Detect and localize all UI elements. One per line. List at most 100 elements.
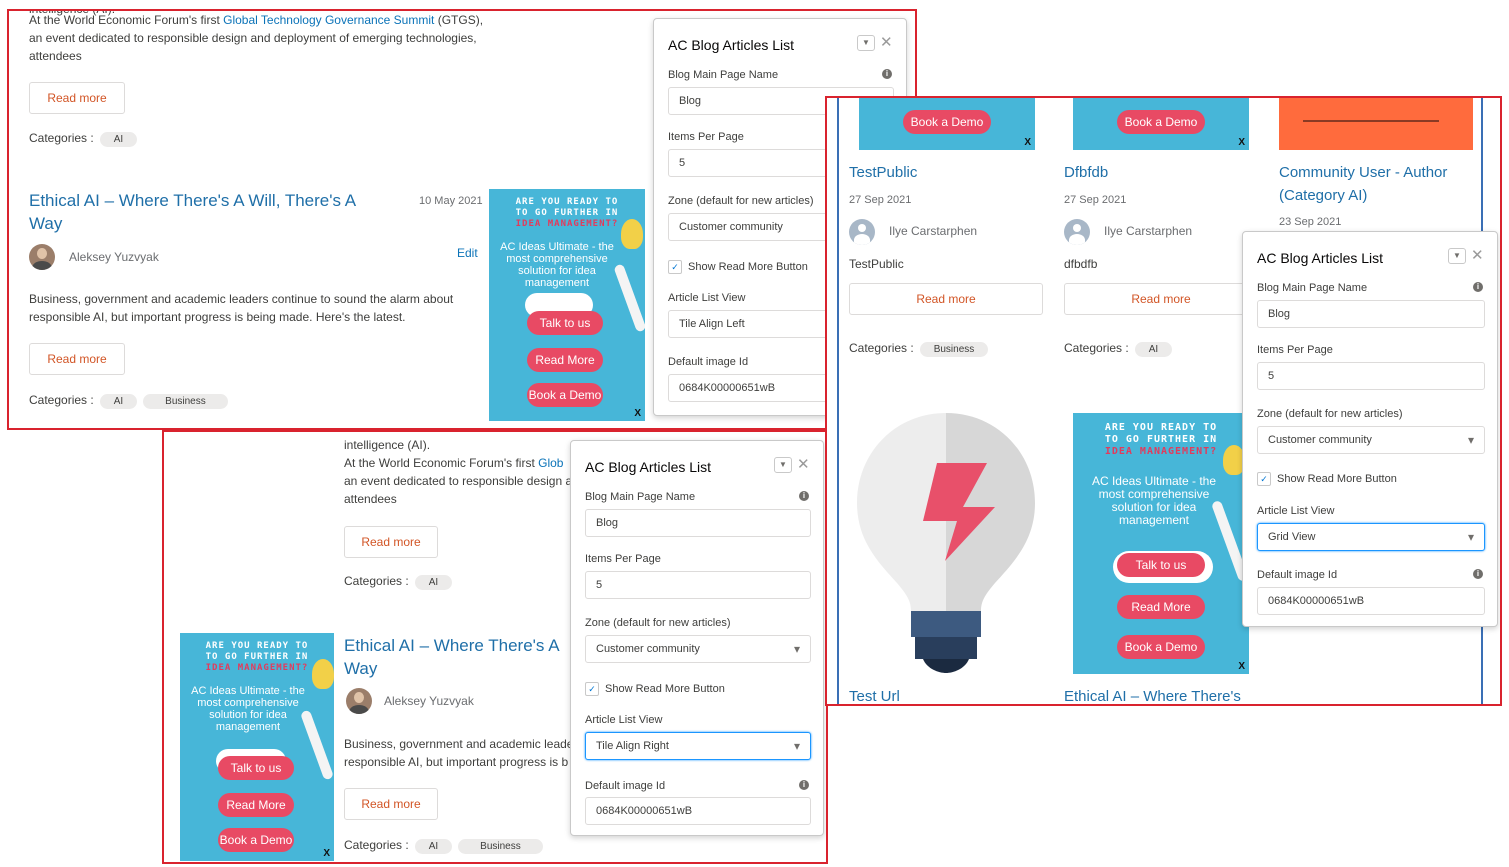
info-icon[interactable]: i bbox=[1473, 282, 1483, 292]
show-read-more-checkbox[interactable]: ✓ bbox=[668, 260, 682, 274]
book-demo-button[interactable]: Book a Demo bbox=[527, 383, 603, 407]
banner-heading: ARE YOU READY TO bbox=[205, 641, 309, 651]
panel-title: AC Blog Articles List bbox=[1257, 250, 1384, 266]
category-pill[interactable]: AI bbox=[414, 575, 453, 590]
promo-banner[interactable]: ARE YOU READY TO TO GO FURTHER IN IDEA M… bbox=[1073, 413, 1249, 674]
field-label: Default image Id bbox=[585, 780, 666, 792]
info-icon[interactable]: i bbox=[882, 69, 892, 79]
zone-select[interactable]: Customer community bbox=[585, 635, 811, 663]
banner-heading: TO GO FURTHER IN bbox=[1104, 434, 1218, 445]
article-body: Business, government and academic leader… bbox=[29, 292, 454, 306]
close-icon[interactable]: X bbox=[1238, 137, 1245, 148]
categories-label: Categories : bbox=[344, 574, 409, 588]
talk-to-us-button[interactable]: Talk to us bbox=[527, 311, 603, 335]
card-title[interactable]: Test Url bbox=[849, 685, 900, 704]
categories-row: Categories : Business bbox=[849, 341, 989, 357]
blog-main-page-input[interactable]: Blog bbox=[1257, 300, 1485, 328]
info-icon[interactable]: i bbox=[1473, 569, 1483, 579]
items-per-page-input[interactable]: 5 bbox=[1257, 362, 1485, 390]
article-list-view-select[interactable]: Grid View bbox=[1257, 523, 1485, 551]
close-icon[interactable]: X bbox=[634, 408, 641, 419]
read-more-button[interactable]: Read more bbox=[344, 526, 438, 558]
checkbox-label: Show Read More Button bbox=[1277, 473, 1397, 485]
author-avatar bbox=[849, 219, 875, 245]
talk-to-us-button[interactable]: Talk to us bbox=[218, 756, 294, 780]
category-pill[interactable]: AI bbox=[1134, 342, 1173, 357]
read-more-button[interactable]: Read more bbox=[849, 283, 1043, 315]
card-body: dfbdfb bbox=[1064, 257, 1098, 271]
category-pill[interactable]: AI bbox=[414, 839, 453, 854]
talk-to-us-button[interactable]: Talk to us bbox=[1117, 553, 1205, 577]
card-title[interactable]: Dfbfdb bbox=[1064, 161, 1108, 184]
show-read-more-checkbox[interactable]: ✓ bbox=[1257, 472, 1271, 486]
book-demo-button[interactable]: Book a Demo bbox=[1117, 635, 1205, 659]
column-divider bbox=[837, 98, 839, 704]
panel-menu-chevron-icon[interactable]: ▼ bbox=[857, 35, 875, 51]
category-pill[interactable]: AI bbox=[99, 132, 138, 147]
read-more-button[interactable]: Read more bbox=[29, 343, 125, 375]
zone-select[interactable]: Customer community bbox=[1257, 426, 1485, 454]
article-title-line: Ethical AI – Where There's A bbox=[344, 636, 560, 655]
read-more-button[interactable]: Read more bbox=[29, 82, 125, 114]
info-icon[interactable]: i bbox=[799, 780, 809, 790]
field-label: Zone (default for new articles) bbox=[668, 195, 814, 207]
card-title[interactable]: Community User - Author (Category AI) bbox=[1279, 161, 1447, 207]
panel-close-icon[interactable]: ✕ bbox=[880, 33, 893, 51]
default-image-id-input[interactable]: 0684K00000651wB bbox=[1257, 587, 1485, 615]
card-title[interactable]: Ethical AI – Where There's bbox=[1064, 685, 1241, 704]
read-more-button[interactable]: Read more bbox=[344, 788, 438, 820]
author-name[interactable]: Ilye Carstarphen bbox=[1104, 224, 1192, 238]
panel-close-icon[interactable]: ✕ bbox=[797, 455, 810, 473]
promo-banner[interactable]: ARE YOU READY TO TO GO FURTHER IN IDEA M… bbox=[180, 633, 334, 861]
default-image-id-input[interactable]: 0684K00000651wB bbox=[585, 797, 811, 825]
category-pill[interactable]: Business bbox=[919, 342, 989, 357]
author-name[interactable]: Aleksey Yuzvyak bbox=[384, 694, 474, 708]
article-title[interactable]: Ethical AI – Where There's A Will, There… bbox=[29, 189, 356, 235]
close-icon[interactable]: X bbox=[1238, 661, 1245, 672]
panel-close-icon[interactable]: ✕ bbox=[1471, 246, 1484, 264]
categories-label: Categories : bbox=[344, 838, 409, 852]
article-title-line: Way bbox=[344, 659, 378, 678]
read-more-button[interactable]: Read more bbox=[1064, 283, 1258, 315]
promo-banner[interactable]: ARE YOU READY TO TO GO FURTHER IN IDEA M… bbox=[489, 189, 645, 421]
article-intro-text: attendees bbox=[344, 492, 397, 506]
book-demo-button[interactable]: Book a Demo bbox=[903, 110, 991, 134]
gtgs-link[interactable]: Glob bbox=[538, 456, 563, 470]
property-panel: AC Blog Articles List ▼ ✕ Blog Main Page… bbox=[1242, 231, 1498, 627]
field-label: Items Per Page bbox=[585, 553, 661, 565]
article-body: responsible AI, but important progress i… bbox=[344, 755, 569, 769]
category-pill[interactable]: Business bbox=[458, 839, 543, 854]
show-read-more-checkbox[interactable]: ✓ bbox=[585, 682, 599, 696]
book-demo-button[interactable]: Book a Demo bbox=[1117, 110, 1205, 134]
screenshot-frame-tile-left: intelligence (AI). At the World Economic… bbox=[7, 9, 917, 430]
promo-banner-crop[interactable]: Book a Demo X bbox=[859, 98, 1035, 150]
info-icon[interactable]: i bbox=[799, 491, 809, 501]
article-image-crop bbox=[1279, 98, 1473, 150]
panel-menu-chevron-icon[interactable]: ▼ bbox=[774, 457, 792, 473]
card-title[interactable]: TestPublic bbox=[849, 161, 917, 184]
checkbox-label: Show Read More Button bbox=[605, 683, 725, 695]
card-date: 27 Sep 2021 bbox=[1064, 194, 1127, 206]
close-icon[interactable]: X bbox=[1024, 137, 1031, 148]
author-name[interactable]: Aleksey Yuzvyak bbox=[69, 250, 159, 264]
edit-link[interactable]: Edit bbox=[457, 246, 478, 260]
banner-read-more-button[interactable]: Read More bbox=[527, 348, 603, 372]
banner-description: AC Ideas Ultimate - the most comprehensi… bbox=[1091, 474, 1217, 527]
blog-main-page-input[interactable]: Blog bbox=[585, 509, 811, 537]
panel-menu-chevron-icon[interactable]: ▼ bbox=[1448, 248, 1466, 264]
article-title[interactable]: Ethical AI – Where There's A Way bbox=[344, 634, 560, 680]
book-demo-button[interactable]: Book a Demo bbox=[218, 828, 294, 852]
category-pill[interactable]: AI bbox=[99, 394, 138, 409]
category-pill[interactable]: Business bbox=[143, 394, 228, 409]
banner-read-more-button[interactable]: Read More bbox=[218, 793, 294, 817]
banner-read-more-button[interactable]: Read More bbox=[1117, 595, 1205, 619]
banner-heading: TO GO FURTHER IN bbox=[205, 652, 309, 662]
close-icon[interactable]: X bbox=[323, 848, 330, 859]
article-list-view-select[interactable]: Tile Align Right bbox=[585, 732, 811, 760]
gtgs-link[interactable]: Global Technology Governance Summit bbox=[223, 13, 434, 27]
field-label: Default image Id bbox=[1257, 569, 1338, 581]
categories-row: Categories : AI Business bbox=[29, 393, 228, 409]
items-per-page-input[interactable]: 5 bbox=[585, 571, 811, 599]
author-name[interactable]: Ilye Carstarphen bbox=[889, 224, 977, 238]
promo-banner-crop[interactable]: Book a Demo X bbox=[1073, 98, 1249, 150]
